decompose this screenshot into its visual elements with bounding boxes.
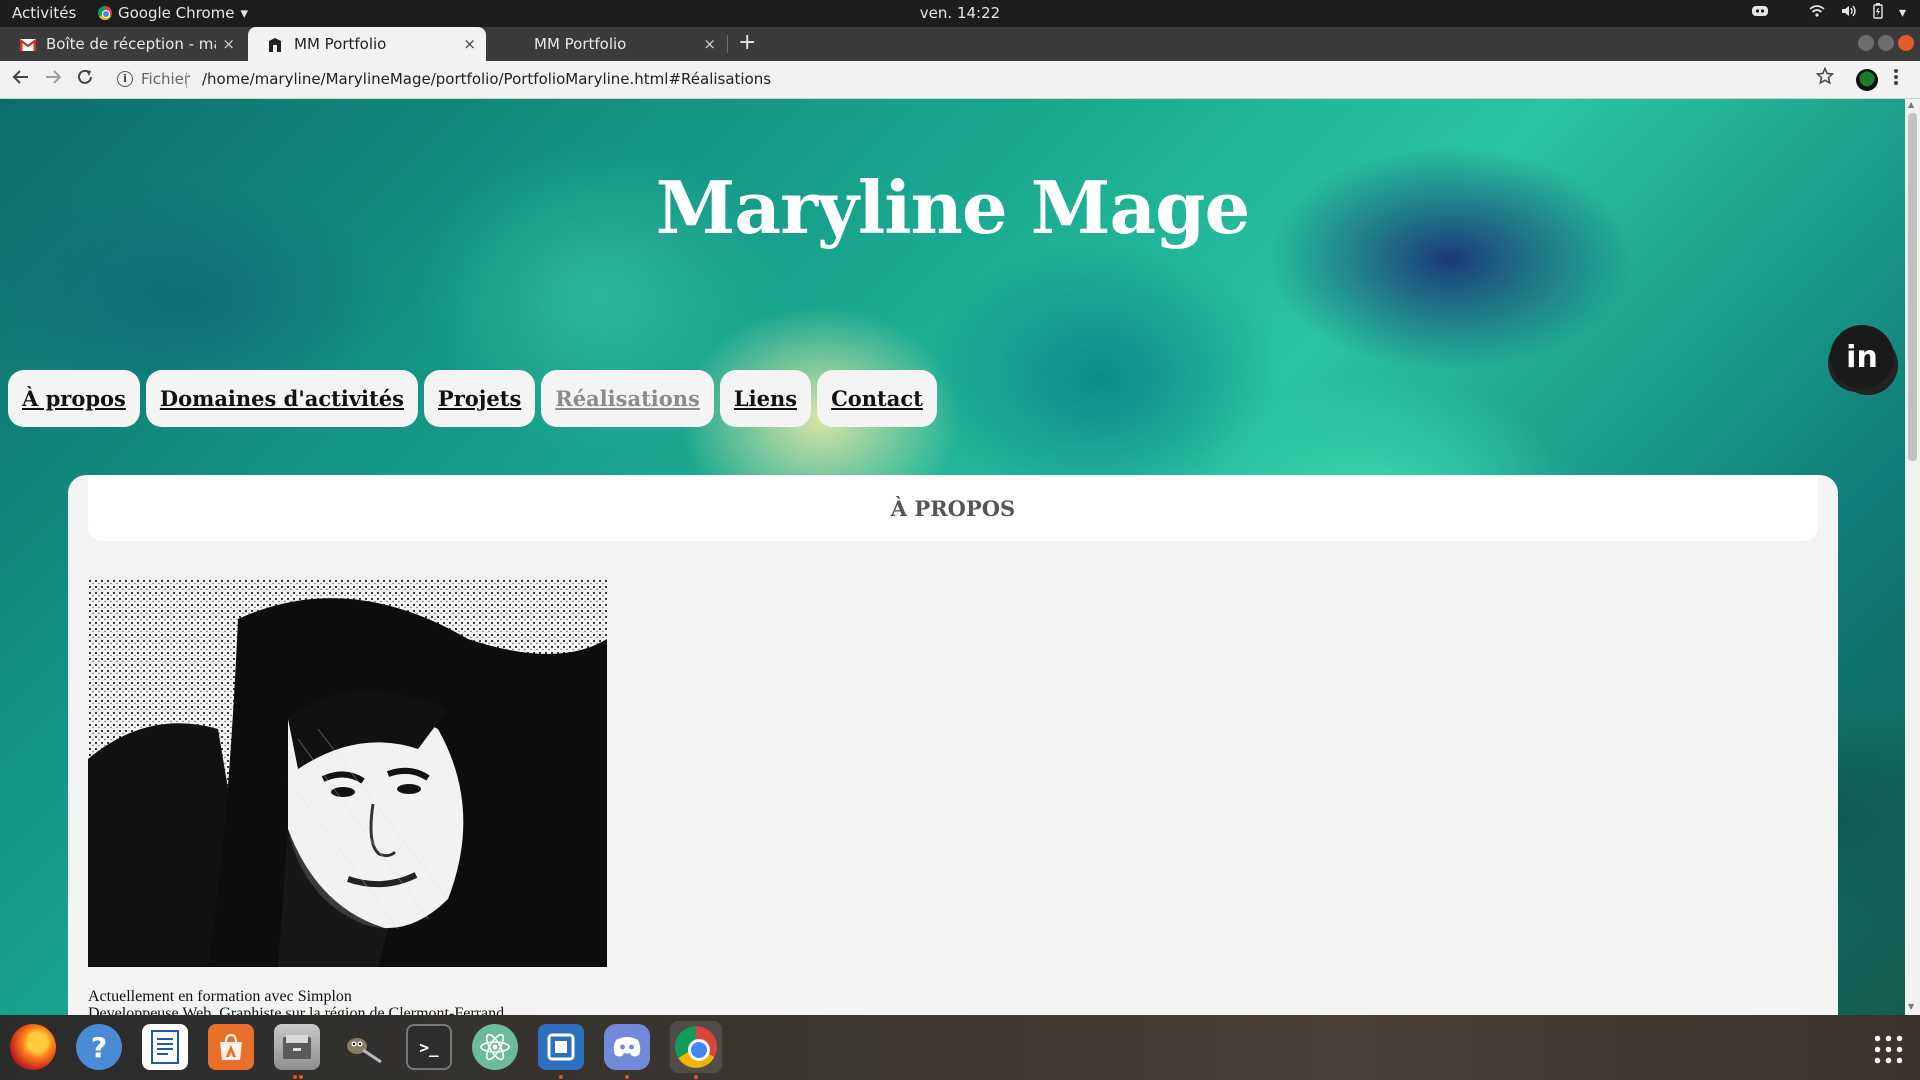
forward-arrow-icon[interactable] (44, 67, 62, 91)
system-menu-chevron-icon[interactable]: ▾ (1899, 5, 1906, 21)
running-indicator (299, 1075, 303, 1079)
minimize-window-button[interactable] (1858, 35, 1874, 51)
close-window-button[interactable] (1898, 35, 1914, 51)
browser-toolbar: i Fichier /home/maryline/MarylineMage/po… (0, 61, 1920, 99)
scroll-up-arrow-icon[interactable]: ▲ (1908, 100, 1914, 109)
bookmark-star-icon[interactable] (1815, 66, 1835, 90)
bio-text-line-2: Developpeuse Web, Graphiste sur la régio… (88, 1005, 505, 1015)
files-icon[interactable] (274, 1024, 320, 1070)
firefox-icon[interactable] (10, 1024, 56, 1070)
back-arrow-icon[interactable] (12, 67, 30, 91)
profile-photo (88, 579, 607, 967)
system-tray[interactable]: ▾ (1751, 3, 1906, 23)
battery-icon[interactable] (1873, 3, 1883, 23)
linkedin-icon[interactable]: in (1830, 325, 1894, 389)
software-icon[interactable] (208, 1024, 254, 1070)
nav-link-domaines[interactable]: Domaines d'activités (145, 370, 418, 427)
discord-icon[interactable] (604, 1024, 650, 1070)
code-editor-icon[interactable] (538, 1024, 584, 1070)
tab-mm-portfolio-active[interactable]: MM Portfolio × (248, 27, 486, 61)
tab-separator (727, 35, 728, 53)
reload-icon[interactable] (76, 67, 94, 91)
wifi-icon[interactable] (1809, 4, 1825, 22)
scrollbar-thumb[interactable] (1908, 113, 1917, 461)
help-icon[interactable]: ? (76, 1024, 122, 1070)
nav-link-a-propos[interactable]: À propos (8, 370, 140, 427)
nav-link-liens[interactable]: Liens (719, 370, 812, 427)
atom-icon[interactable] (472, 1024, 518, 1070)
nav-link-projets[interactable]: Projets (423, 370, 536, 427)
running-indicator (625, 1075, 629, 1079)
page-scrollbar[interactable]: ▲ ▼ (1905, 99, 1920, 1015)
nav-link-realisations[interactable]: Réalisations (541, 370, 714, 427)
tab-title: MM Portfolio (294, 35, 387, 53)
maximize-window-button[interactable] (1878, 35, 1894, 51)
content-card: À PROPOS Actuellement en formation avec … (68, 475, 1838, 1015)
section-heading: À PROPOS (88, 475, 1818, 541)
tab-gmail[interactable]: Boîte de réception - maryl × (0, 27, 245, 61)
dock: ? >_ (0, 1015, 1920, 1080)
chrome-icon[interactable] (670, 1021, 722, 1073)
scroll-down-arrow-icon[interactable]: ▼ (1908, 1002, 1914, 1011)
close-icon[interactable]: × (703, 35, 716, 53)
tab-title: MM Portfolio (534, 35, 627, 53)
url-divider (186, 72, 187, 88)
gimp-icon[interactable] (340, 1024, 386, 1070)
blank-favicon (508, 37, 524, 51)
extension-icon[interactable] (1856, 69, 1878, 91)
terminal-icon[interactable]: >_ (406, 1024, 452, 1070)
kebab-menu-icon[interactable] (1893, 67, 1899, 91)
address-bar-input[interactable]: /home/maryline/MarylineMage/portfolio/Po… (202, 70, 771, 88)
tab-mm-portfolio[interactable]: MM Portfolio × (488, 27, 726, 61)
site-nav: À propos Domaines d'activités Projets Ré… (8, 370, 937, 427)
chrome-logo (675, 1026, 717, 1068)
new-tab-button[interactable]: + (738, 30, 756, 55)
close-icon[interactable]: × (463, 35, 476, 53)
page-viewport: Maryline Mage À propos Domaines d'activi… (0, 99, 1920, 1015)
tab-strip: Boîte de réception - maryl × MM Portfoli… (0, 27, 1920, 61)
portfolio-favicon (268, 37, 284, 52)
show-applications-icon[interactable] (1872, 1033, 1904, 1065)
system-top-bar: Activités Google Chrome ▾ ven. 14:22 ▾ (0, 0, 1920, 27)
discord-tray-icon[interactable] (1751, 4, 1769, 22)
writer-icon[interactable] (142, 1024, 188, 1070)
site-title: Maryline Mage (655, 165, 1251, 250)
clock[interactable]: ven. 14:22 (0, 4, 1920, 22)
nav-link-contact[interactable]: Contact (817, 370, 937, 427)
running-indicator (559, 1075, 563, 1079)
info-icon[interactable]: i (117, 71, 133, 87)
url-scheme-label[interactable]: Fichier (141, 70, 190, 88)
tab-title: Boîte de réception - maryl (46, 35, 216, 53)
running-indicator (694, 1075, 698, 1079)
gmail-icon (19, 37, 37, 51)
bio-text: Actuellement en formation avec Simplon (88, 988, 352, 1005)
running-indicator (293, 1075, 297, 1079)
close-icon[interactable]: × (222, 35, 235, 53)
volume-icon[interactable] (1841, 4, 1857, 22)
